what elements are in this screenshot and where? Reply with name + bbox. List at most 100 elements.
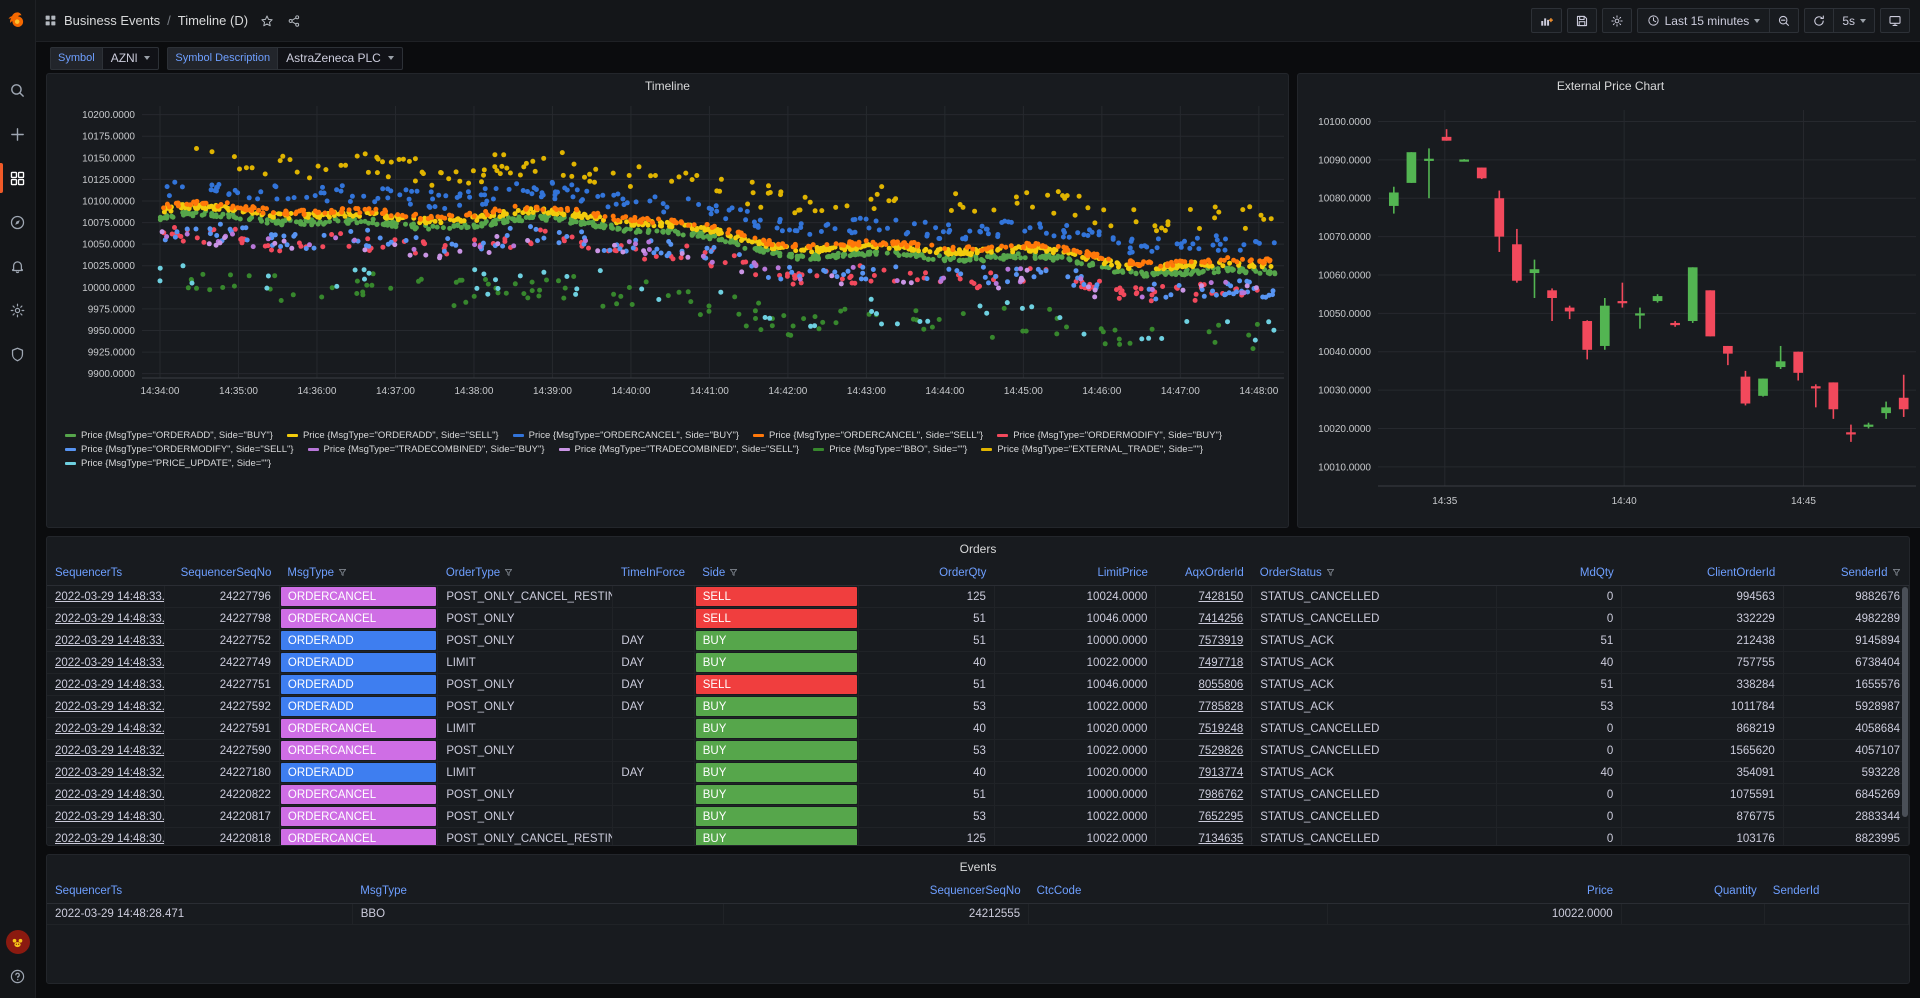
orders-header-msgtype[interactable]: MsgType — [279, 561, 437, 586]
cell-aqxorderid[interactable]: 8055806 — [1156, 674, 1252, 696]
events-header-senderid[interactable]: SenderId — [1765, 879, 1909, 904]
table-row[interactable]: 2022-03-29 14:48:30.63024220818ORDERCANC… — [47, 828, 1909, 846]
filter-icon[interactable] — [338, 568, 347, 577]
cell-aqxorderid[interactable]: 7986762 — [1156, 784, 1252, 806]
orders-vertical-scrollbar[interactable] — [1902, 587, 1908, 817]
orders-header-aqxorderid[interactable]: AqxOrderId — [1156, 561, 1252, 586]
sidebar-item-create[interactable] — [0, 112, 36, 156]
cell-sequencerts[interactable]: 2022-03-29 14:48:30.631 — [47, 784, 165, 806]
filter-icon[interactable] — [1326, 568, 1335, 577]
filter-icon[interactable] — [729, 568, 738, 577]
events-header-quantity[interactable]: Quantity — [1621, 879, 1765, 904]
cell-sequencerts[interactable]: 2022-03-29 14:48:32.992 — [47, 718, 165, 740]
orders-header-limitprice[interactable]: LimitPrice — [994, 561, 1156, 586]
panel-external-price-body[interactable]: 10100.000010090.000010080.000010070.0000… — [1298, 98, 1920, 527]
timeline-legend-item[interactable]: Price {MsgType="ORDERCANCEL", Side="BUY"… — [513, 430, 739, 441]
table-row[interactable]: 2022-03-29 14:48:32.99224227591ORDERCANC… — [47, 718, 1909, 740]
sidebar-item-help[interactable] — [0, 964, 36, 988]
star-icon[interactable] — [260, 14, 274, 28]
cell-sequencerts[interactable]: 2022-03-29 14:48:33.072 — [47, 652, 165, 674]
sidebar-item-server-admin[interactable] — [0, 332, 36, 376]
cell-sequencerts[interactable]: 2022-03-29 14:48:33.094 — [47, 608, 165, 630]
cell-aqxorderid[interactable]: 7785828 — [1156, 696, 1252, 718]
table-row[interactable]: 2022-03-29 14:48:33.07224227749ORDERADDL… — [47, 652, 1909, 674]
sidebar-item-explore[interactable] — [0, 200, 36, 244]
timeline-scatter-chart[interactable]: 10200.000010175.000010150.000010125.0000… — [47, 98, 1288, 428]
table-row[interactable]: 2022-03-29 14:48:28.471BBO2421255510022.… — [47, 904, 1909, 925]
table-row[interactable]: 2022-03-29 14:48:32.86224227180ORDERADDL… — [47, 762, 1909, 784]
share-icon[interactable] — [287, 14, 301, 28]
variable-symbol-description-select[interactable]: AstraZeneca PLC — [277, 47, 403, 70]
cell-sequencerts[interactable]: 2022-03-29 14:48:33.094 — [47, 586, 165, 608]
orders-header-sequencerts[interactable]: SequencerTs — [47, 561, 165, 586]
table-row[interactable]: 2022-03-29 14:48:33.09424227796ORDERCANC… — [47, 586, 1909, 608]
timeline-legend-item[interactable]: Price {MsgType="PRICE_UPDATE", Side=""} — [65, 458, 271, 469]
filter-icon[interactable] — [1892, 568, 1901, 577]
timeline-legend-item[interactable]: Price {MsgType="ORDERADD", Side="SELL"} — [287, 430, 499, 441]
events-header-ctccode[interactable]: CtcCode — [1029, 879, 1328, 904]
grafana-logo-icon[interactable] — [0, 0, 36, 42]
panel-timeline-body[interactable]: 10200.000010175.000010150.000010125.0000… — [47, 98, 1288, 527]
cell-sequencerts[interactable]: 2022-03-29 14:48:33.073 — [47, 630, 165, 652]
orders-table-container[interactable]: SequencerTsSequencerSeqNoMsgTypeOrderTyp… — [47, 561, 1909, 845]
dashboard-settings-button[interactable] — [1602, 8, 1632, 33]
cell-sequencerts[interactable]: 2022-03-29 14:48:32.862 — [47, 762, 165, 784]
timeline-legend-item[interactable]: Price {MsgType="BBO", Side=""} — [813, 444, 967, 455]
events-header-msgtype[interactable]: MsgType — [352, 879, 723, 904]
timeline-legend-item[interactable]: Price {MsgType="EXTERNAL_TRADE", Side=""… — [981, 444, 1203, 455]
orders-header-clientorderid[interactable]: ClientOrderId — [1622, 561, 1784, 586]
user-avatar[interactable] — [6, 930, 30, 954]
timeline-legend-item[interactable]: Price {MsgType="ORDERMODIFY", Side="SELL… — [65, 444, 294, 455]
cell-aqxorderid[interactable]: 7497718 — [1156, 652, 1252, 674]
table-row[interactable]: 2022-03-29 14:48:30.63024220817ORDERCANC… — [47, 806, 1909, 828]
timeline-legend-item[interactable]: Price {MsgType="TRADECOMBINED", Side="SE… — [559, 444, 800, 455]
table-row[interactable]: 2022-03-29 14:48:32.99324227592ORDERADDP… — [47, 696, 1909, 718]
table-row[interactable]: 2022-03-29 14:48:32.99124227590ORDERCANC… — [47, 740, 1909, 762]
cell-aqxorderid[interactable]: 7573919 — [1156, 630, 1252, 652]
orders-header-mdqty[interactable]: MdQty — [1497, 561, 1622, 586]
events-header-price[interactable]: Price — [1328, 879, 1621, 904]
cell-sequencerts[interactable]: 2022-03-29 14:48:33.072 — [47, 674, 165, 696]
orders-header-sequencerseqno[interactable]: SequencerSeqNo — [165, 561, 280, 586]
cell-aqxorderid[interactable]: 7414256 — [1156, 608, 1252, 630]
cell-sequencerts[interactable]: 2022-03-29 14:48:32.991 — [47, 740, 165, 762]
time-range-picker[interactable]: Last 15 minutes — [1637, 8, 1771, 33]
cell-aqxorderid[interactable]: 7428150 — [1156, 586, 1252, 608]
cell-aqxorderid[interactable]: 7529826 — [1156, 740, 1252, 762]
events-table-container[interactable]: SequencerTsMsgTypeSequencerSeqNoCtcCodeP… — [47, 879, 1909, 983]
events-header-sequencerseqno[interactable]: SequencerSeqNo — [723, 879, 1028, 904]
external-price-candlestick-chart[interactable]: 10100.000010090.000010080.000010070.0000… — [1298, 98, 1920, 526]
sidebar-item-configuration[interactable] — [0, 288, 36, 332]
page-title[interactable]: Timeline (D) — [178, 13, 248, 28]
orders-header-ordertype[interactable]: OrderType — [438, 561, 613, 586]
add-panel-button[interactable] — [1531, 8, 1562, 33]
orders-header-orderstatus[interactable]: OrderStatus — [1252, 561, 1497, 586]
save-dashboard-button[interactable] — [1567, 8, 1597, 33]
breadcrumb-folder[interactable]: Business Events — [64, 13, 160, 28]
cell-aqxorderid[interactable]: 7913774 — [1156, 762, 1252, 784]
refresh-interval-picker[interactable]: 5s — [1834, 8, 1875, 33]
orders-header-timeinforce[interactable]: TimeInForce — [613, 561, 694, 586]
sidebar-item-alerting[interactable] — [0, 244, 36, 288]
events-header-sequencerts[interactable]: SequencerTs — [47, 879, 352, 904]
cell-sequencerts[interactable]: 2022-03-29 14:48:30.630 — [47, 806, 165, 828]
timeline-legend-item[interactable]: Price {MsgType="TRADECOMBINED", Side="BU… — [308, 444, 545, 455]
refresh-button[interactable] — [1804, 8, 1834, 33]
table-row[interactable]: 2022-03-29 14:48:30.63124220822ORDERCANC… — [47, 784, 1909, 806]
timeline-legend-item[interactable]: Price {MsgType="ORDERCANCEL", Side="SELL… — [753, 430, 983, 441]
orders-header-senderid[interactable]: SenderId — [1783, 561, 1908, 586]
cell-sequencerts[interactable]: 2022-03-29 14:48:32.993 — [47, 696, 165, 718]
orders-header-side[interactable]: Side — [694, 561, 859, 586]
zoom-out-time-button[interactable] — [1770, 8, 1799, 33]
table-row[interactable]: 2022-03-29 14:48:33.07324227752ORDERADDP… — [47, 630, 1909, 652]
table-row[interactable]: 2022-03-29 14:48:33.09424227798ORDERCANC… — [47, 608, 1909, 630]
variable-symbol-select[interactable]: AZNl — [102, 47, 160, 70]
timeline-legend-item[interactable]: Price {MsgType="ORDERADD", Side="BUY"} — [65, 430, 273, 441]
cell-aqxorderid[interactable]: 7519248 — [1156, 718, 1252, 740]
timeline-legend-item[interactable]: Price {MsgType="ORDERMODIFY", Side="BUY"… — [997, 430, 1222, 441]
cell-sequencerts[interactable]: 2022-03-29 14:48:30.630 — [47, 828, 165, 846]
orders-header-orderqty[interactable]: OrderQty — [859, 561, 994, 586]
sidebar-item-dashboards[interactable] — [0, 156, 36, 200]
sidebar-item-search[interactable] — [0, 68, 36, 112]
table-row[interactable]: 2022-03-29 14:48:33.07224227751ORDERADDP… — [47, 674, 1909, 696]
